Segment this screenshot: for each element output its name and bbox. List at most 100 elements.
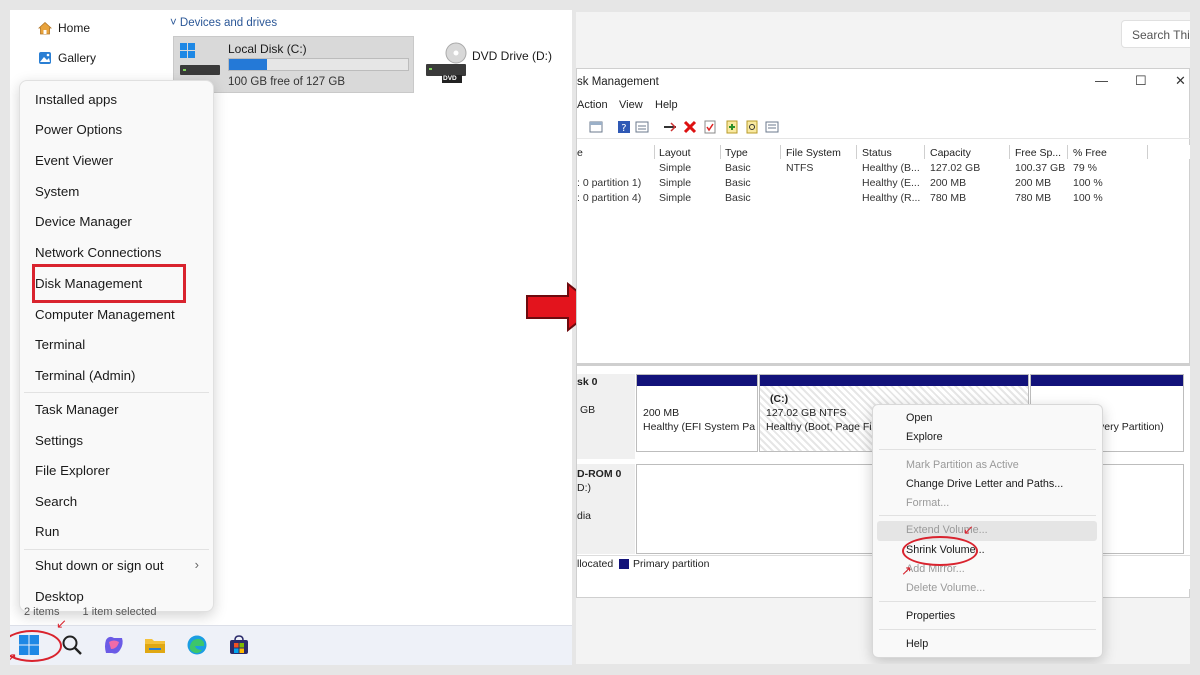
cdrom-0-media: dia (577, 510, 592, 522)
menu-item-task-manager[interactable]: Task Manager (35, 402, 119, 417)
search-icon[interactable] (61, 634, 83, 656)
column-header-type[interactable]: Type (725, 147, 748, 159)
minimize-button[interactable]: — (1095, 73, 1108, 88)
maximize-button[interactable]: ☐ (1135, 73, 1147, 89)
menu-help[interactable]: Help (655, 99, 678, 111)
menu-item-properties[interactable]: Properties (906, 610, 955, 622)
properties-icon[interactable] (635, 120, 649, 134)
column-header-file-system[interactable]: File System (786, 147, 841, 159)
efi-partition-size: 200 MB (643, 407, 680, 419)
toolbar: ? (577, 117, 1190, 139)
cdrom-0-label: D-ROM 0 (577, 468, 622, 480)
search-document-icon[interactable] (745, 120, 759, 134)
devices-and-drives-header[interactable]: ˅ Devices and drives (170, 17, 277, 29)
menu-item-power-options[interactable]: Power Options (35, 122, 122, 137)
legend-primary: Primary partition (633, 558, 710, 570)
efi-partition[interactable]: 200 MB Healthy (EFI System Pa (636, 374, 758, 452)
menu-item-device-manager[interactable]: Device Manager (35, 214, 132, 229)
menu-item-system[interactable]: System (35, 184, 79, 199)
partition-header-bar (760, 375, 1028, 386)
copilot-icon[interactable] (103, 634, 125, 656)
menu-item-mark-active[interactable]: Mark Partition as Active (906, 459, 1019, 471)
home-icon (38, 21, 52, 35)
column-divider (780, 145, 781, 159)
file-explorer-screenshot: Home Gallery ˅ Devices and drives Local … (10, 10, 572, 665)
column-header-status[interactable]: Status (862, 147, 892, 159)
file-explorer-icon[interactable] (144, 634, 166, 656)
menu-item-help[interactable]: Help (906, 638, 928, 650)
drive-c-free-space: 100 GB free of 127 GB (228, 76, 345, 88)
close-button[interactable]: ✕ (1175, 73, 1186, 89)
check-icon[interactable] (703, 120, 717, 134)
menu-item-event-viewer[interactable]: Event Viewer (35, 153, 113, 168)
shrink-volume-annotation-circle (902, 536, 978, 566)
disk-0-label: sk 0 (577, 376, 598, 388)
menu-item-file-explorer[interactable]: File Explorer (35, 463, 110, 478)
cdrom-0-label-panel[interactable]: D-ROM 0 D:) dia (577, 464, 635, 554)
edge-icon[interactable] (186, 634, 208, 656)
menu-separator (879, 515, 1096, 516)
column-divider (1009, 145, 1010, 159)
column-header-percent-free[interactable]: % Free (1073, 147, 1107, 159)
column-divider (924, 145, 925, 159)
menu-item-format[interactable]: Format... (906, 497, 949, 509)
connect-icon[interactable] (663, 120, 677, 134)
column-header-volume[interactable]: e (577, 147, 583, 159)
menu-item-shut-down[interactable]: Shut down or sign out (35, 558, 164, 573)
menu-item-installed-apps[interactable]: Installed apps (35, 92, 117, 107)
menu-separator (879, 629, 1096, 630)
cell-type: Basic (725, 177, 751, 189)
menu-item-run[interactable]: Run (35, 524, 59, 539)
menu-item-open[interactable]: Open (906, 412, 932, 424)
menu-item-change-drive-letter[interactable]: Change Drive Letter and Paths... (906, 478, 1063, 490)
menu-action[interactable]: Action (577, 99, 608, 111)
dvd-drive-name: DVD Drive (D:) (472, 49, 552, 63)
menu-item-network-connections[interactable]: Network Connections (35, 245, 161, 260)
disk-0-size: GB (580, 404, 596, 416)
column-header-capacity[interactable]: Capacity (930, 147, 971, 159)
new-item-icon[interactable] (725, 120, 739, 134)
column-divider (1067, 145, 1068, 159)
menu-item-explore[interactable]: Explore (906, 431, 943, 443)
menu-item-extend-volume[interactable]: Extend Volume... (906, 524, 988, 536)
annotation-arrow-icon: ↗ (10, 650, 17, 665)
menu-item-delete-volume[interactable]: Delete Volume... (906, 582, 985, 594)
menu-view[interactable]: View (619, 99, 643, 111)
winx-context-menu: Installed apps Power Options Event Viewe… (19, 80, 214, 612)
dvd-drive-d-tile[interactable]: DVD DVD Drive (D:) (422, 40, 572, 90)
store-icon[interactable] (228, 634, 250, 656)
c-partition-name: (C:) (770, 393, 789, 405)
cell-layout: Simple (659, 162, 692, 174)
menu-item-search[interactable]: Search (35, 494, 77, 509)
cell-status: Healthy (E... (862, 177, 920, 189)
column-header-free-space[interactable]: Free Sp... (1015, 147, 1061, 159)
cell-volume: : 0 partition 4) (577, 192, 642, 204)
list-view-icon[interactable] (765, 120, 779, 134)
drive-c-icon (180, 43, 220, 75)
disk-0-label-panel[interactable]: sk 0 GB (577, 374, 635, 459)
recovery-partition-status: very Partition) (1099, 421, 1164, 433)
menu-item-terminal[interactable]: Terminal (35, 337, 85, 352)
help-icon[interactable]: ? (617, 120, 631, 134)
cell-capacity: 127.02 GB (930, 162, 981, 174)
cell-free-space: 200 MB (1015, 177, 1052, 189)
column-divider (720, 145, 721, 159)
column-header-layout[interactable]: Layout (659, 147, 691, 159)
search-box[interactable]: Search Thi (1121, 20, 1190, 48)
column-divider (654, 145, 655, 159)
delete-icon[interactable] (683, 120, 697, 134)
menu-item-desktop[interactable]: Desktop (35, 589, 84, 604)
cell-free-space: 780 MB (1015, 192, 1052, 204)
disk-management-highlight-box (32, 264, 186, 303)
chevron-right-icon: › (194, 557, 199, 572)
nav-item-home[interactable]: Home (38, 21, 90, 35)
legend-unallocated: llocated (577, 558, 614, 570)
console-tree-icon[interactable] (589, 120, 603, 134)
nav-item-gallery[interactable]: Gallery (38, 51, 96, 65)
menu-item-computer-management[interactable]: Computer Management (35, 307, 175, 322)
menu-item-settings[interactable]: Settings (35, 433, 83, 448)
menu-item-terminal-admin[interactable]: Terminal (Admin) (35, 368, 136, 383)
disk-management-screenshot: Search Thi sk Management — ☐ ✕ Action Vi… (576, 12, 1190, 664)
cell-type: Basic (725, 162, 751, 174)
nav-label: Home (58, 21, 91, 35)
